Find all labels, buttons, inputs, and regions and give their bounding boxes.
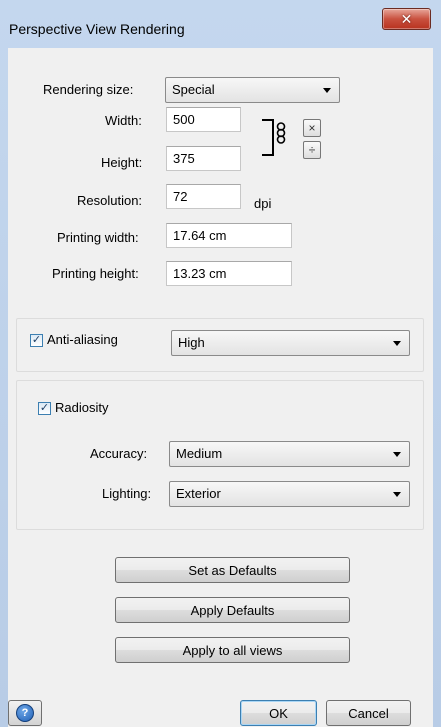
antialiasing-checkbox[interactable]: ✓ — [30, 334, 43, 347]
accuracy-value: Medium — [176, 446, 223, 461]
radiosity-checkbox[interactable]: ✓ — [38, 402, 51, 415]
printing-height-field[interactable]: 13.23 cm — [166, 261, 292, 286]
divide-icon: ÷ — [308, 143, 316, 157]
rendering-size-value: Special — [172, 82, 215, 97]
width-field[interactable]: 500 — [166, 107, 241, 132]
help-icon: ? — [16, 704, 34, 722]
resolution-field[interactable]: 72 — [166, 184, 241, 209]
close-icon: ✕ — [400, 10, 413, 27]
check-icon: ✓ — [31, 334, 42, 346]
printing-height-label: Printing height: — [52, 266, 139, 281]
title-bar[interactable]: Perspective View Rendering ✕ — [0, 0, 441, 48]
lighting-value: Exterior — [176, 486, 221, 501]
antialiasing-value: High — [178, 335, 205, 350]
set-as-defaults-button[interactable]: Set as Defaults — [115, 557, 350, 583]
rendering-size-select[interactable]: Special — [165, 77, 340, 103]
resolution-unit: dpi — [254, 196, 272, 211]
rendering-size-label: Rendering size: — [43, 82, 134, 97]
accuracy-select[interactable]: Medium — [169, 441, 410, 467]
close-button[interactable]: ✕ — [382, 8, 431, 30]
antialiasing-label: Anti-aliasing — [47, 332, 118, 347]
cancel-button[interactable]: Cancel — [326, 700, 411, 726]
printing-width-field[interactable]: 17.64 cm — [166, 223, 292, 248]
height-label: Height: — [101, 155, 143, 170]
window-title: Perspective View Rendering — [9, 21, 185, 37]
width-label: Width: — [105, 113, 142, 128]
multiply-icon: × — [308, 121, 316, 135]
radiosity-label: Radiosity — [55, 400, 109, 415]
apply-to-all-views-button[interactable]: Apply to all views — [115, 637, 350, 663]
check-icon: ✓ — [39, 402, 50, 414]
link-bracket — [262, 119, 274, 156]
chain-link-icon[interactable] — [276, 122, 286, 147]
resolution-label: Resolution: — [77, 193, 143, 208]
accuracy-label: Accuracy: — [90, 446, 148, 461]
antialiasing-select[interactable]: High — [171, 330, 410, 356]
printing-width-label: Printing width: — [57, 230, 139, 245]
lighting-select[interactable]: Exterior — [169, 481, 410, 507]
multiply-button[interactable]: × — [303, 119, 321, 137]
chevron-down-icon — [393, 341, 401, 346]
help-button[interactable]: ? — [8, 700, 42, 726]
dialog-body: Rendering size: Special Width: 500 Heigh… — [8, 48, 433, 727]
apply-defaults-button[interactable]: Apply Defaults — [115, 597, 350, 623]
divide-button[interactable]: ÷ — [303, 141, 321, 159]
chevron-down-icon — [323, 88, 331, 93]
height-field[interactable]: 375 — [166, 146, 241, 171]
ok-button[interactable]: OK — [240, 700, 317, 726]
dialog-window: Perspective View Rendering ✕ Rendering s… — [0, 0, 441, 727]
chevron-down-icon — [393, 492, 401, 497]
chevron-down-icon — [393, 452, 401, 457]
lighting-label: Lighting: — [102, 486, 152, 501]
